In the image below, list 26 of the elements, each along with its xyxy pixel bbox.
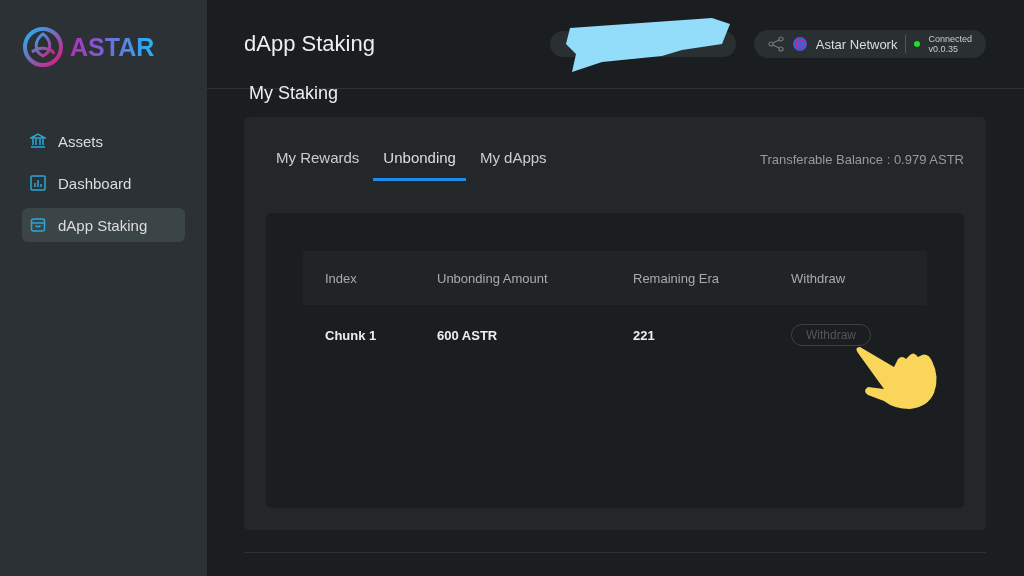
transferable-balance: Transferable Balance : 0.979 ASTR — [759, 151, 964, 167]
sidebar-item[interactable]: dApp Staking — [22, 208, 185, 242]
network-pill[interactable]: Astar Network Connected v0.0.35 — [753, 30, 986, 58]
share-icon — [767, 36, 784, 52]
section-title: My Staking — [249, 83, 340, 103]
table-cell-text: 600 ASTR — [437, 327, 499, 343]
column-header: Remaining Era — [633, 270, 720, 286]
sidebar-item[interactable]: Assets — [22, 124, 185, 158]
astar-logo-icon — [22, 26, 64, 68]
sidebar-item[interactable]: Dashboard — [22, 166, 185, 200]
column-header: Index — [325, 270, 358, 286]
bag-icon — [30, 217, 46, 233]
chart-icon — [30, 175, 46, 191]
network-name: Astar Network — [815, 36, 898, 52]
network-logo-icon — [791, 36, 808, 52]
connection-status: Connected — [928, 34, 972, 44]
page-title: dApp Staking — [244, 31, 376, 57]
column-header: Withdraw — [791, 270, 847, 286]
table-cell-text: 221 — [633, 327, 656, 343]
column-header: Unbonding Amount — [437, 270, 549, 286]
tab[interactable]: My dApps — [469, 137, 557, 181]
table-cell-text: Chunk 1 — [325, 327, 378, 343]
version-label: v0.0.35 — [928, 44, 959, 54]
tab[interactable]: Unbonding — [373, 137, 466, 181]
bank-icon — [30, 133, 46, 149]
tab[interactable]: My Rewards — [266, 137, 370, 181]
